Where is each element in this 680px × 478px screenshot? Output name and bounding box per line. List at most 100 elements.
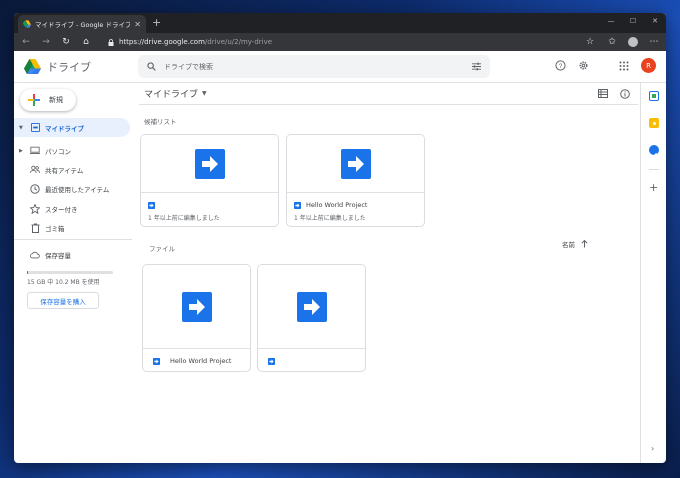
card-thumbnail [141,135,278,193]
sort-label: 名前 [562,241,575,249]
url-field[interactable]: https://drive.google.com/drive/u/2/my-dr… [100,35,576,49]
expand-arrow-icon[interactable]: ▶ [19,148,25,154]
buy-storage-button[interactable]: 保存容量を購入 [27,292,99,309]
favorites-icon[interactable]: ✩ [606,37,618,47]
tab-close-icon[interactable]: ✕ [134,20,141,29]
card-name: Hello World Project [306,201,368,209]
drive-body: 新規 ▼ マイドライブ ▶ パソコン 共有アイテム 最近使用したアイテム スター… [14,83,666,463]
suggested-label: 候補リスト [144,118,177,126]
file-card[interactable]: Hello World Project [142,264,251,372]
sidebar-divider [14,239,132,240]
maximize-icon[interactable]: ☐ [622,13,644,29]
side-panel-divider [649,169,659,170]
new-button-label: 新規 [49,96,63,104]
main-content: マイドライブ ▼ 候補リスト 1 年以上前に編集しました Hello World… [139,83,638,463]
settings-gear-icon[interactable] [578,60,589,71]
window-close-icon[interactable]: ✕ [644,13,666,29]
suggested-card[interactable]: Hello World Project 1 年以上前に編集しました [286,134,425,227]
logo-text: ドライブ [47,60,91,74]
more-menu-icon[interactable]: ⋯ [648,37,660,47]
drive-favicon-icon [23,20,31,28]
expand-arrow-icon[interactable]: ▼ [19,125,25,131]
script-file-icon [296,291,327,322]
tab-title: マイドライブ - Google ドライブ [35,21,131,29]
sidebar-item-storage[interactable]: 保存容量 [14,245,130,264]
script-small-icon [294,201,301,209]
script-file-icon [194,148,225,179]
calendar-icon[interactable] [649,91,659,101]
new-button[interactable]: 新規 [20,89,76,111]
chevron-down-icon[interactable]: ▼ [202,90,207,97]
minimize-icon[interactable]: — [600,13,622,29]
url-text: https://drive.google.com/drive/u/2/my-dr… [119,38,272,46]
sidebar-item-recent[interactable]: 最近使用したアイテム [14,179,130,198]
script-file-icon [340,148,371,179]
account-avatar[interactable]: R [641,58,656,73]
file-card[interactable] [257,264,366,372]
new-tab-icon[interactable]: + [152,16,161,29]
sidebar-item-label: スター付き [45,205,78,214]
sidebar-item-label: パソコン [45,147,71,156]
sidebar-item-my-drive[interactable]: ▼ マイドライブ [14,118,130,137]
sidebar-item-computers[interactable]: ▶ パソコン [14,141,130,160]
search-options-icon[interactable] [472,62,481,71]
shared-people-icon [30,165,40,175]
add-addon-icon[interactable]: + [649,181,658,194]
script-small-icon [153,357,160,365]
card-thumbnail [258,265,365,349]
search-input[interactable]: ドライブで検索 [138,55,490,78]
address-bar: ← → ↻ ⌂ https://drive.google.com/drive/u… [14,33,666,51]
card-subtitle: 1 年以上前に編集しました [148,215,220,222]
sort-control[interactable]: 名前 [562,239,588,249]
trash-icon [30,223,40,233]
url-path: /drive/u/2/my-drive [204,38,273,46]
chevron-right-icon[interactable]: › [651,444,654,453]
sidebar-item-label: 最近使用したアイテム [45,185,110,194]
home-icon[interactable]: ⌂ [80,37,92,47]
side-panel: + › [640,83,666,463]
sidebar-item-label: ゴミ箱 [45,224,65,233]
list-view-icon[interactable] [598,89,608,98]
suggested-card[interactable]: 1 年以上前に編集しました [140,134,279,227]
drive-header: ドライブ ドライブで検索 ? R [14,51,666,83]
forward-icon[interactable]: → [40,37,52,47]
computer-icon [30,146,40,156]
sidebar-item-label: 保存容量 [45,251,71,260]
reload-icon[interactable]: ↻ [60,37,72,47]
card-subtitle: 1 年以上前に編集しました [294,215,366,222]
browser-profile-icon[interactable] [628,37,638,47]
sidebar-item-trash[interactable]: ゴミ箱 [14,218,130,237]
lock-icon [108,38,114,46]
help-icon[interactable]: ? [555,60,566,71]
browser-tab[interactable]: マイドライブ - Google ドライブ ✕ [18,15,146,33]
window-controls: — ☐ ✕ [600,13,666,29]
browser-window: マイドライブ - Google ドライブ ✕ + — ☐ ✕ ← → ↻ ⌂ h… [14,13,666,463]
svg-text:?: ? [559,63,563,70]
storage-progress-fill [27,271,28,274]
search-icon[interactable] [147,62,156,71]
drive-folder-icon [30,123,40,133]
card-name: Hello World Project [170,357,232,365]
star-icon [30,203,40,214]
sidebar-item-starred[interactable]: スター付き [14,199,130,218]
back-icon[interactable]: ← [20,37,32,47]
card-thumbnail [143,265,250,349]
drive-logo-icon [24,59,41,74]
page-title[interactable]: マイドライブ [144,87,198,100]
storage-usage-text: 15 GB 中 10.2 MB を使用 [27,279,100,286]
keep-icon[interactable] [649,118,659,128]
main-title-row: マイドライブ ▼ [139,83,638,105]
apps-grid-icon[interactable] [619,61,629,71]
sidebar-item-shared[interactable]: 共有アイテム [14,160,130,179]
arrow-up-icon[interactable] [581,240,588,248]
add-favorite-icon[interactable]: ☆ [584,37,596,47]
info-icon[interactable] [620,89,630,99]
script-file-icon [181,291,212,322]
sidebar: 新規 ▼ マイドライブ ▶ パソコン 共有アイテム 最近使用したアイテム スター… [14,83,134,463]
tasks-icon[interactable] [649,145,659,158]
drive-logo[interactable]: ドライブ [14,59,139,75]
script-small-icon [268,357,275,365]
tab-bar: マイドライブ - Google ドライブ ✕ + — ☐ ✕ [14,13,666,33]
clock-icon [30,183,40,194]
sidebar-item-label: マイドライブ [45,124,84,133]
